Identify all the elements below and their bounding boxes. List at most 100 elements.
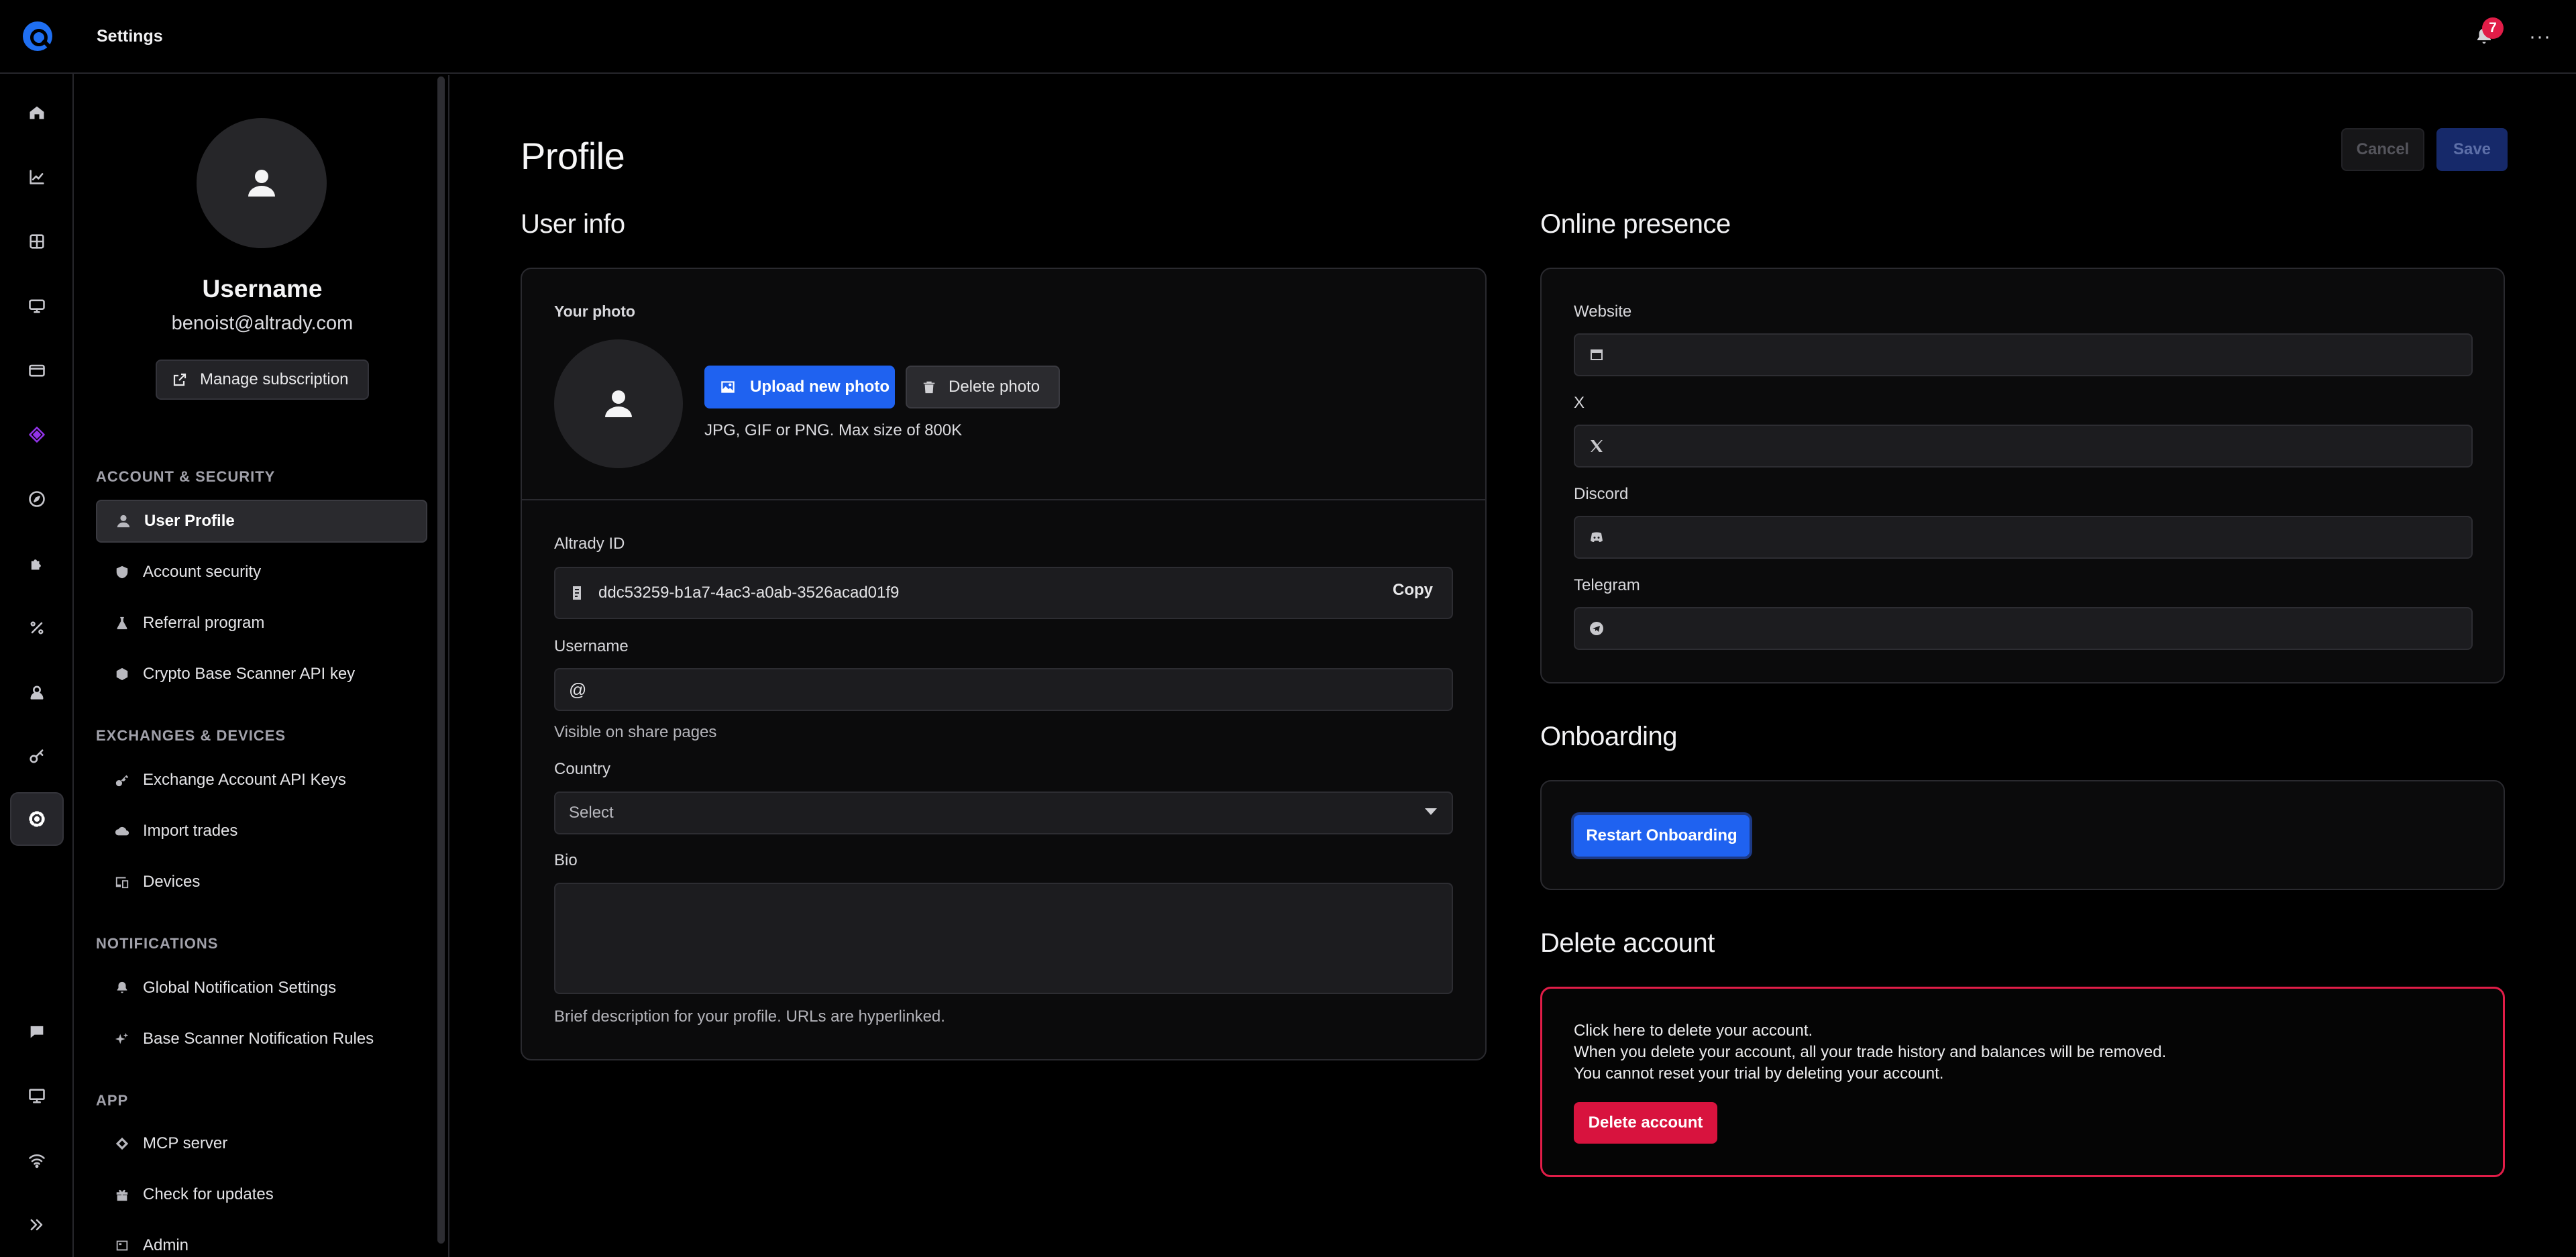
id-card-icon [573,586,581,600]
discord-icon [1591,532,1603,542]
sparkle-icon [115,1032,129,1044]
upload-photo-button[interactable]: Upload new photo [704,366,895,408]
browser-icon [1591,349,1603,360]
key-icon[interactable] [25,745,49,769]
sidebar-item-label: Crypto Base Scanner API key [143,665,356,683]
sidebar-item-exchange-api-keys[interactable]: Exchange Account API Keys [96,759,427,802]
chat-icon[interactable] [25,1020,49,1044]
gift-icon [116,1189,128,1201]
restart-onboarding-button[interactable]: Restart Onboarding [1574,815,1750,857]
sidebar-item-label: Referral program [143,614,265,632]
admin-icon [116,1240,128,1251]
user-icon [605,390,632,417]
sidebar-item-label: Import trades [143,822,238,840]
sidebar-item-admin[interactable]: Admin [96,1224,427,1257]
image-icon [721,381,735,393]
delete-photo-label: Delete photo [949,378,1040,396]
puzzle-icon[interactable] [25,551,49,576]
country-label: Country [554,760,611,778]
username-label: Username [554,637,629,655]
sidebar-item-label: Admin [143,1236,189,1254]
sidebar-item-label: Exchange Account API Keys [143,771,346,789]
cancel-button[interactable]: Cancel [2341,128,2424,171]
trash-icon [923,381,935,394]
section-exchanges-devices: EXCHANGES & DEVICES [96,727,286,744]
devices-icon [115,877,129,889]
bio-textarea[interactable] [554,883,1453,994]
more-options-icon[interactable]: ··· [2529,27,2551,47]
flask-icon [117,616,127,630]
chart-icon[interactable] [25,165,49,189]
sidebar-item-referral-program[interactable]: Referral program [96,602,427,645]
online-presence-title: Online presence [1540,209,1731,239]
discord-label: Discord [1574,485,1629,503]
monitor-icon[interactable] [25,294,49,318]
gear-icon[interactable] [25,807,49,831]
website-input[interactable] [1574,333,2473,376]
grid-icon[interactable] [25,229,49,254]
country-select[interactable]: Select [554,791,1453,834]
key-icon [115,775,129,787]
diamond-icon[interactable] [25,423,49,447]
home-icon[interactable] [25,101,49,125]
delete-photo-button[interactable]: Delete photo [906,366,1060,408]
top-bar: Settings 7 ··· [0,0,2576,74]
altrady-id-field[interactable]: ddc53259-b1a7-4ac3-a0ab-3526acad01f9 [554,567,1453,619]
sidebar-item-crypto-base-scanner-api-key[interactable]: Crypto Base Scanner API key [96,653,427,696]
wifi-icon[interactable] [25,1148,49,1172]
sidebar-item-user-profile[interactable]: User Profile [96,500,427,543]
expand-icon[interactable] [25,1213,49,1237]
telegram-input[interactable] [1574,607,2473,650]
delete-account-text-1: Click here to delete your account. [1574,1022,1813,1040]
sidebar-item-label: Check for updates [143,1185,274,1203]
sidebar-item-base-scanner-notification-rules[interactable]: Base Scanner Notification Rules [96,1018,427,1060]
section-app: APP [96,1092,129,1109]
sidebar-username: Username [202,275,323,303]
manage-subscription-label: Manage subscription [200,370,349,388]
copy-id-button[interactable]: Copy [1393,581,1433,600]
page-heading: Settings [97,27,163,46]
user-info-title: User info [521,209,625,239]
discord-input[interactable] [1574,516,2473,559]
percent-icon[interactable] [25,616,49,640]
sidebar-item-account-security[interactable]: Account security [96,551,427,594]
altrady-id-value: ddc53259-b1a7-4ac3-a0ab-3526acad01f9 [598,584,900,602]
delete-account-button[interactable]: Delete account [1574,1102,1717,1144]
cloud-upload-icon [115,826,129,836]
shield-icon [116,565,128,579]
profile-photo [554,339,683,468]
country-value: Select [569,804,614,822]
sidebar-scrollbar[interactable] [437,76,445,1244]
desktop-icon[interactable] [25,1084,49,1108]
sidebar-avatar [197,118,327,248]
sidebar-item-label: Base Scanner Notification Rules [143,1030,374,1048]
x-input[interactable] [1574,425,2473,468]
sidebar-item-mcp-server[interactable]: MCP server [96,1122,427,1165]
wallet-icon[interactable] [25,358,49,382]
manage-subscription-button[interactable]: Manage subscription [156,360,369,400]
username-input[interactable]: @ [554,668,1453,711]
notification-badge: 7 [2482,17,2504,39]
sidebar-item-devices[interactable]: Devices [96,861,427,904]
section-account-security: ACCOUNT & SECURITY [96,468,276,485]
compass-icon[interactable] [25,487,49,511]
user-badge-icon[interactable] [25,680,49,704]
mcp-icon [115,1137,129,1150]
website-label: Website [1574,303,1632,321]
sidebar-item-label: User Profile [144,512,235,530]
photo-hint: JPG, GIF or PNG. Max size of 800K [704,421,963,439]
onboarding-title: Onboarding [1540,722,1678,751]
at-prefix: @ [569,679,587,700]
save-button[interactable]: Save [2436,128,2508,171]
sidebar-item-global-notification-settings[interactable]: Global Notification Settings [96,967,427,1009]
altrady-id-label: Altrady ID [554,535,625,553]
photo-label: Your photo [554,303,635,320]
upload-photo-label: Upload new photo [750,378,890,396]
sidebar-item-import-trades[interactable]: Import trades [96,810,427,853]
bio-hint: Brief description for your profile. URLs… [554,1007,945,1026]
sidebar-item-check-for-updates[interactable]: Check for updates [96,1173,427,1216]
bio-label: Bio [554,851,578,869]
telegram-label: Telegram [1574,576,1640,594]
page-title: Profile [521,135,625,177]
x-logo-icon [1591,440,1603,452]
